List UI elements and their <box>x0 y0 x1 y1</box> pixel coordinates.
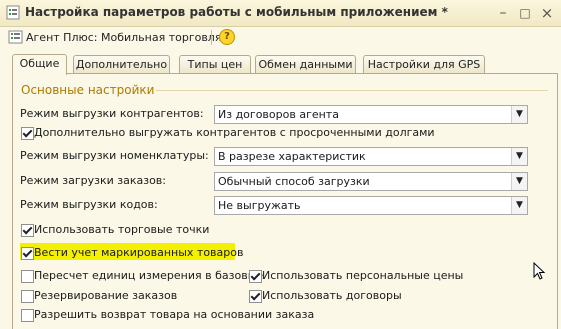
trade-points-checkbox[interactable] <box>21 224 34 237</box>
marked-goods-checkbox[interactable] <box>21 247 34 260</box>
general-tab-panel: Основные настройки Режим выгрузки контра… <box>12 73 558 329</box>
tab-general[interactable]: Общие <box>12 54 67 75</box>
nomenclature-mode-label: Режим выгрузки номенклатуры: <box>20 149 209 162</box>
contractors-mode-label: Режим выгрузки контрагентов: <box>20 107 204 120</box>
settings-window: Настройка параметров работы с мобильным … <box>0 0 561 329</box>
codes-mode-value: Не выгружать <box>218 199 301 212</box>
trade-points-label: Использовать торговые точки <box>34 223 210 236</box>
agent-plus-menu[interactable]: Агент Плюс: Мобильная торговля ▾ <box>26 31 231 44</box>
toolbar: Агент Плюс: Мобильная торговля ▾ ? <box>0 26 561 48</box>
overdue-debts-label: Дополнительно выгружать контрагентов с п… <box>34 126 435 139</box>
window-title: Настройка параметров работы с мобильным … <box>25 5 448 19</box>
marked-goods-label: Вести учет маркированных товаров <box>34 246 244 259</box>
maximize-button[interactable]: □ <box>518 6 532 20</box>
recalc-units-checkbox[interactable] <box>21 270 34 283</box>
tab-data-exchange[interactable]: Обмен данными <box>255 55 356 74</box>
close-button[interactable]: × <box>540 6 554 21</box>
help-button[interactable]: ? <box>219 29 235 45</box>
orders-mode-select[interactable]: Обычный способ загрузки ▼ <box>214 172 528 191</box>
codes-mode-label: Режим выгрузки кодов: <box>20 198 158 211</box>
personal-prices-label: Использовать персональные цены <box>262 269 464 282</box>
contractors-mode-select[interactable]: Из договоров агента ▼ <box>214 105 528 124</box>
minimize-button[interactable]: – <box>496 6 510 20</box>
agent-plus-menu-label: Агент Плюс: Мобильная торговля <box>26 31 222 44</box>
recalc-units-label: Пересчет единиц измерения в базовые <box>34 269 264 282</box>
reserve-orders-label: Резервирование заказов <box>34 289 178 302</box>
orders-mode-value: Обычный способ загрузки <box>218 175 370 188</box>
orders-mode-label: Режим загрузки заказов: <box>20 174 166 187</box>
tab-additional[interactable]: Дополнительно <box>73 55 170 74</box>
overdue-debts-checkbox[interactable] <box>21 127 34 140</box>
use-contracts-label: Использовать договоры <box>262 289 402 302</box>
settings-form-icon <box>6 5 20 20</box>
allow-return-label: Разрешить возврат товара на основании за… <box>34 308 315 321</box>
section-divider <box>156 90 548 91</box>
tab-price-types[interactable]: Типы цен <box>179 55 251 74</box>
personal-prices-checkbox[interactable] <box>249 270 262 283</box>
dropdown-arrow-icon[interactable]: ▼ <box>511 197 527 214</box>
dropdown-arrow-icon[interactable]: ▼ <box>511 173 527 190</box>
list-form-icon <box>8 30 23 44</box>
section-title: Основные настройки <box>21 83 155 97</box>
reserve-orders-checkbox[interactable] <box>21 290 34 303</box>
allow-return-checkbox[interactable] <box>21 309 34 322</box>
mouse-cursor-icon <box>533 262 545 280</box>
nomenclature-mode-select[interactable]: В разрезе характеристик ▼ <box>214 147 528 166</box>
title-bar[interactable]: Настройка параметров работы с мобильным … <box>0 0 561 27</box>
contractors-mode-value: Из договоров агента <box>218 108 339 121</box>
dropdown-arrow-icon[interactable]: ▼ <box>511 106 527 123</box>
tab-gps-settings[interactable]: Настройки для GPS <box>363 55 485 74</box>
nomenclature-mode-value: В разрезе характеристик <box>218 150 366 163</box>
dropdown-arrow-icon[interactable]: ▼ <box>511 148 527 165</box>
use-contracts-checkbox[interactable] <box>249 290 262 303</box>
toolbar-separator <box>211 30 212 45</box>
codes-mode-select[interactable]: Не выгружать ▼ <box>214 196 528 215</box>
